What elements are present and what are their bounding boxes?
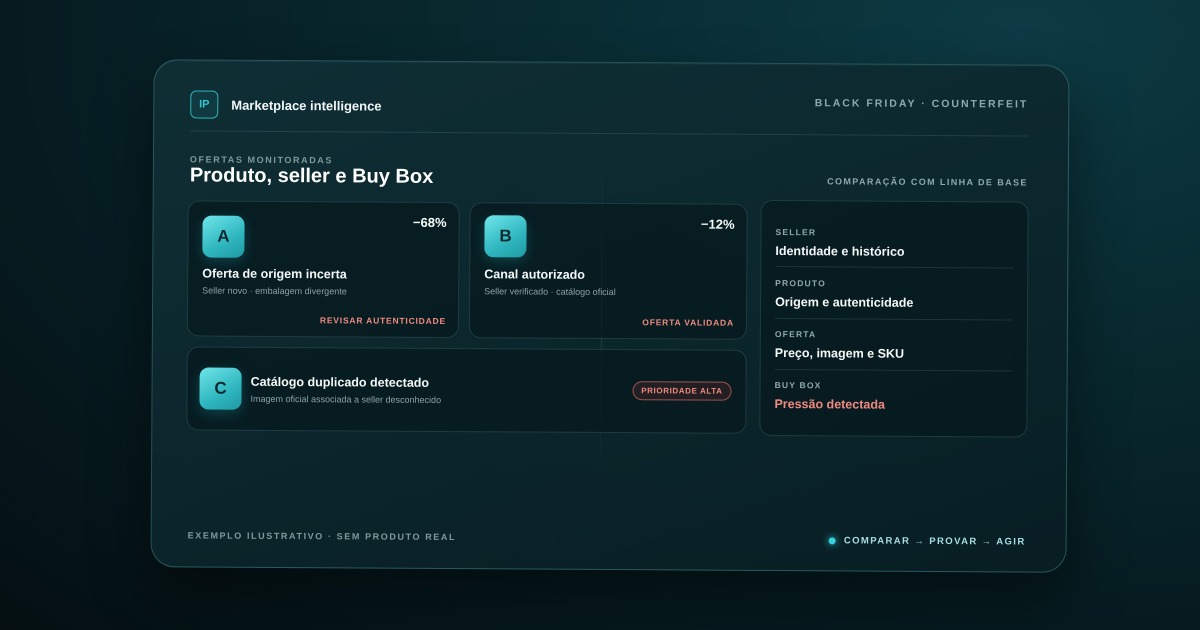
offer-subtitle-c: Imagem oficial associada a seller descon… [250,393,442,405]
logo-icon: IP [190,90,219,119]
app-title: Marketplace intelligence [231,97,382,114]
comparison-panel: SELLER Identidade e histórico PRODUTO Or… [759,199,1029,438]
comparison-item-seller: SELLER Identidade e histórico [775,227,1013,259]
priority-badge: PRIORIDADE ALTA [632,381,732,401]
offer-card-a[interactable]: A −68% Oferta de origem incerta Seller n… [186,200,460,339]
offer-card-b[interactable]: B −12% Canal autorizado Seller verificad… [468,202,748,340]
offer-subtitle-b: Seller verificado · catálogo oficial [484,286,616,298]
comparison-divider [775,266,1014,269]
workflow-indicator: COMPARAR → PROVAR → AGIR [828,535,1026,548]
offer-title-a: Oferta de origem incerta [202,266,347,282]
comparison-label: PRODUTO [775,278,826,289]
dashboard-panel: IP Marketplace intelligence BLACK FRIDAY… [150,59,1070,573]
comparison-value: Origem e autenticidade [775,295,914,310]
comparison-label: SELLER [775,227,817,238]
header-divider [190,130,1029,137]
offer-title-b: Canal autorizado [484,267,586,282]
offer-badge-a: A [202,215,245,258]
offer-badge-c: C [199,367,242,410]
comparison-value: Preço, imagem e SKU [774,346,905,361]
comparison-value-alert: Pressão detectada [774,397,885,412]
offer-status-a: REVISAR AUTENTICIDADE [319,315,446,326]
offer-card-c[interactable]: C Catálogo duplicado detectado Imagem of… [186,346,747,434]
offer-badge-b: B [484,215,527,258]
baseline-label: COMPARAÇÃO COM LINHA DE BASE [827,176,1028,188]
comparison-label: OFERTA [774,329,817,340]
comparison-item-produto: PRODUTO Origem e autenticidade [775,278,1013,310]
offer-subtitle-a: Seller novo · embalagem divergente [202,285,347,297]
offer-delta-b: −12% [700,216,735,232]
workflow-label: COMPARAR → PROVAR → AGIR [843,535,1026,548]
comparison-divider [774,318,1013,321]
comparison-divider [774,369,1013,372]
offer-delta-a: −68% [412,214,447,230]
section-title: Produto, seller e Buy Box [189,164,434,188]
comparison-item-buy-box: BUY BOX Pressão detectada [774,380,1012,412]
status-dot-icon [828,537,836,545]
comparison-item-oferta: OFERTA Preço, imagem e SKU [775,329,1013,361]
comparison-label: BUY BOX [774,380,822,391]
campaign-tag: BLACK FRIDAY · COUNTERFEIT [814,97,1029,111]
offer-status-b: OFERTA VALIDADA [642,317,734,328]
offer-title-c: Catálogo duplicado detectado [250,374,430,390]
comparison-value: Identidade e histórico [775,244,905,259]
disclaimer-note: EXEMPLO ILUSTRATIVO · SEM PRODUTO REAL [187,530,457,543]
